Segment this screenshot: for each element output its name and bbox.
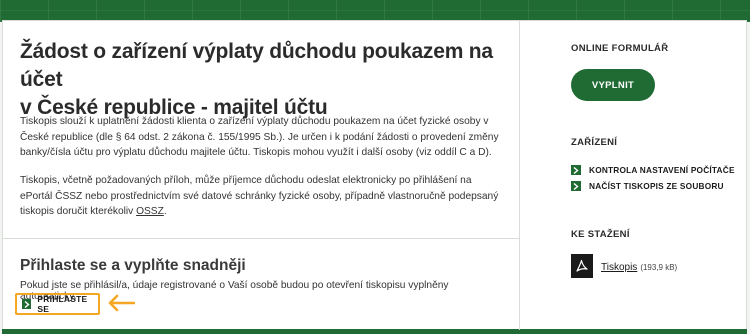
file-size: (193,9 kB) <box>640 263 678 272</box>
section-divider <box>2 238 519 239</box>
page-title: Žádost o zařízení výplaty důchodu poukaz… <box>20 38 500 122</box>
online-form-heading: ONLINE FORMULÁŘ <box>571 43 669 54</box>
login-button-label: PŘIHLASTE SE <box>37 294 88 314</box>
sidebar-link-load-file[interactable]: NAČÍST TISKOPIS ZE SOUBORU <box>571 181 724 191</box>
chevron-right-icon <box>22 299 32 309</box>
sidebar-link-label: KONTROLA NASTAVENÍ POČÍTAČE <box>589 165 735 175</box>
fill-button[interactable]: VYPLNIT <box>571 69 655 101</box>
title-line-1: Žádost o zařízení výplaty důchodu poukaz… <box>20 40 493 91</box>
sidebar-link-label: NAČÍST TISKOPIS ZE SOUBORU <box>589 181 724 191</box>
login-button[interactable]: PŘIHLASTE SE <box>15 293 100 315</box>
chevron-right-icon <box>571 181 581 191</box>
pdf-icon <box>571 254 593 278</box>
chevron-right-icon <box>571 165 581 175</box>
login-heading: Přihlaste se a vyplňte snadněji <box>20 257 246 274</box>
description-paragraph-2: Tiskopis, včetně požadovaných příloh, mů… <box>20 173 500 220</box>
paragraph-2-end: . <box>163 206 167 217</box>
device-heading: ZAŘÍZENÍ <box>571 137 618 148</box>
download-heading: KE STAŽENÍ <box>571 229 630 240</box>
arrow-left-icon <box>108 294 135 312</box>
card-bottom-bar <box>2 329 747 334</box>
sidebar-link-computer-check[interactable]: KONTROLA NASTAVENÍ POČÍTAČE <box>571 165 735 175</box>
download-item: Tiskopis (193,9 kB) <box>571 254 677 278</box>
description-paragraph-1: Tiskopis slouží k uplatnění žádosti klie… <box>20 116 499 158</box>
column-divider <box>519 20 520 330</box>
top-banner <box>0 0 750 22</box>
ossz-link[interactable]: OSSZ <box>136 206 164 217</box>
download-link[interactable]: Tiskopis <box>601 262 637 273</box>
paragraph-2-text: Tiskopis, včetně požadovaných příloh, mů… <box>20 175 499 217</box>
